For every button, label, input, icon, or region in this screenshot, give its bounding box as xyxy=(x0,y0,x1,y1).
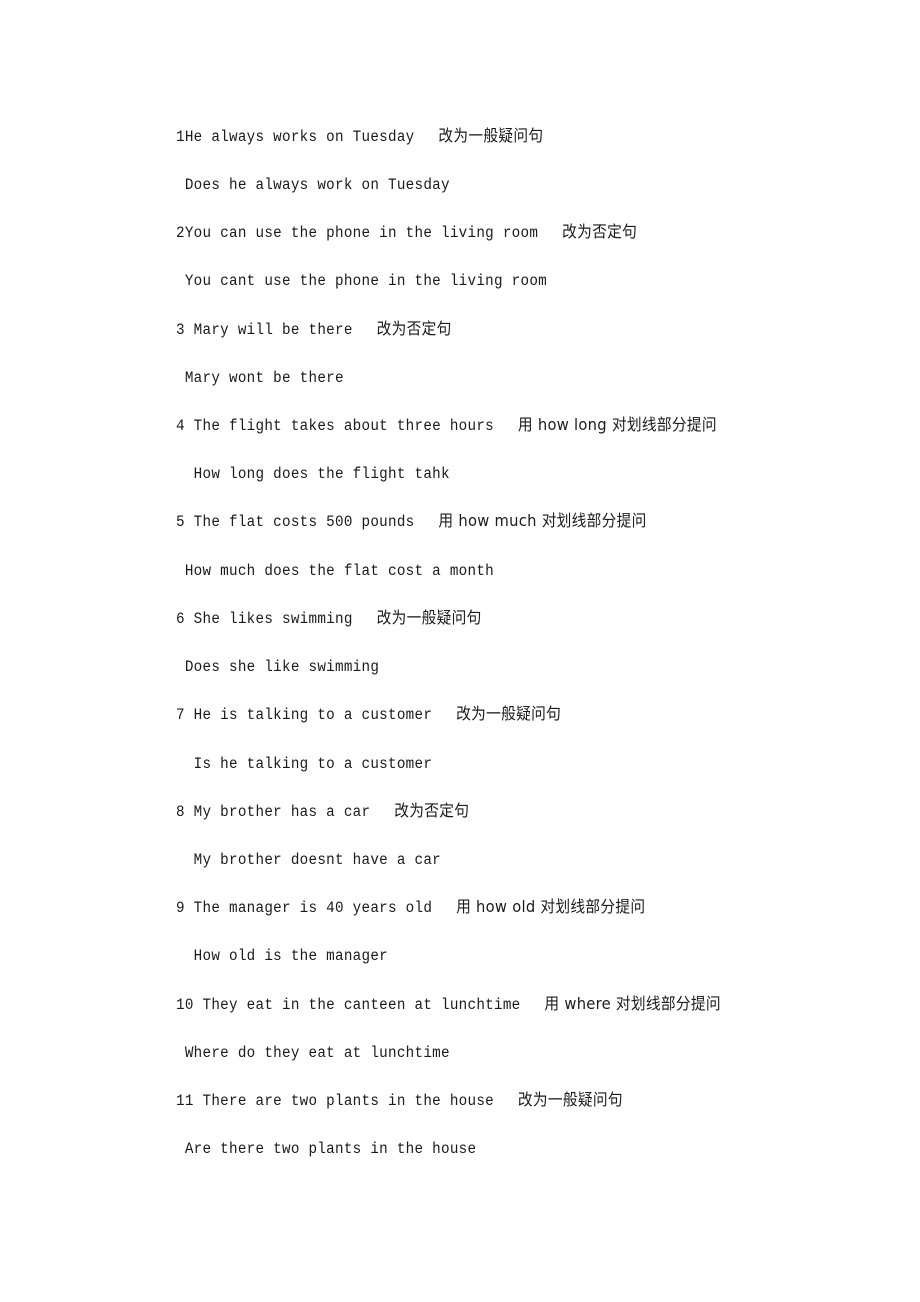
instruction-text: 改为否定句 xyxy=(394,801,470,820)
answer-text: Does she like swimming xyxy=(176,658,380,676)
answer-text: How much does the flat cost a month xyxy=(176,562,495,580)
instruction-text: 改为一般疑问句 xyxy=(517,1090,623,1109)
question-text: 2You can use the phone in the living roo… xyxy=(176,224,539,242)
question-line: 1He always works on Tuesday 改为一般疑问句 xyxy=(176,124,543,148)
question-text: 1He always works on Tuesday xyxy=(176,128,415,146)
question-text: 4 The flight takes about three hours xyxy=(176,417,495,435)
answer-line: Are there two plants in the house xyxy=(176,1136,476,1160)
answer-line: Mary wont be there xyxy=(176,365,344,389)
question-line: 8 My brother has a car 改为否定句 xyxy=(176,799,469,823)
question-line: 6 She likes swimming 改为一般疑问句 xyxy=(176,606,482,630)
answer-line: How much does the flat cost a month xyxy=(176,558,494,582)
answer-text: Are there two plants in the house xyxy=(176,1140,477,1158)
instruction-text: 改为一般疑问句 xyxy=(376,608,482,627)
answer-line: How old is the manager xyxy=(176,943,388,967)
instruction-text: 用 how old 对划线部分提问 xyxy=(456,897,646,916)
question-text: 11 There are two plants in the house xyxy=(176,1092,495,1110)
instruction-text: 改为一般疑问句 xyxy=(438,126,544,145)
question-line: 9 The manager is 40 years old 用 how old 对… xyxy=(176,895,645,919)
question-text: 8 My brother has a car xyxy=(176,803,371,821)
question-text: 6 She likes swimming xyxy=(176,610,353,628)
question-line: 3 Mary will be there 改为否定句 xyxy=(176,317,452,341)
question-line: 10 They eat in the canteen at lunchtime 用… xyxy=(176,992,721,1016)
instruction-text: 用 how much 对划线部分提问 xyxy=(438,511,647,530)
question-line: 5 The flat costs 500 pounds 用 how much 对划… xyxy=(176,509,647,533)
instruction-text: 用 where 对划线部分提问 xyxy=(544,994,721,1013)
instruction-text: 改为一般疑问句 xyxy=(456,704,562,723)
question-line: 2You can use the phone in the living roo… xyxy=(176,220,637,244)
answer-line: My brother doesnt have a car xyxy=(176,847,441,871)
answer-line: How long does the flight tahk xyxy=(176,461,450,485)
answer-line: Is he talking to a customer xyxy=(176,751,432,775)
question-text: 9 The manager is 40 years old xyxy=(176,899,433,917)
instruction-text: 改为否定句 xyxy=(376,319,452,338)
answer-line: Where do they eat at lunchtime xyxy=(176,1040,450,1064)
question-line: 4 The flight takes about three hours 用 ho… xyxy=(176,413,717,437)
answer-text: You cant use the phone in the living roo… xyxy=(176,272,548,290)
answer-text: How long does the flight tahk xyxy=(176,465,450,483)
question-line: 7 He is talking to a customer 改为一般疑问句 xyxy=(176,702,561,726)
instruction-text: 改为否定句 xyxy=(562,222,638,241)
answer-line: Does she like swimming xyxy=(176,654,379,678)
answer-line: Does he always work on Tuesday xyxy=(176,172,450,196)
answer-text: Is he talking to a customer xyxy=(176,755,433,773)
question-text: 3 Mary will be there xyxy=(176,321,353,339)
question-text: 5 The flat costs 500 pounds xyxy=(176,513,415,531)
answer-text: Where do they eat at lunchtime xyxy=(176,1044,450,1062)
question-text: 10 They eat in the canteen at lunchtime xyxy=(176,996,521,1014)
instruction-text: 用 how long 对划线部分提问 xyxy=(517,415,717,434)
answer-text: How old is the manager xyxy=(176,947,389,965)
answer-text: Mary wont be there xyxy=(176,369,344,387)
answer-text: My brother doesnt have a car xyxy=(176,851,442,869)
question-line: 11 There are two plants in the house 改为一般… xyxy=(176,1088,623,1112)
answer-line: You cant use the phone in the living roo… xyxy=(176,268,547,292)
document-page: 1He always works on Tuesday 改为一般疑问句 Does … xyxy=(0,0,920,1302)
question-text: 7 He is talking to a customer xyxy=(176,706,433,724)
answer-text: Does he always work on Tuesday xyxy=(176,176,450,194)
